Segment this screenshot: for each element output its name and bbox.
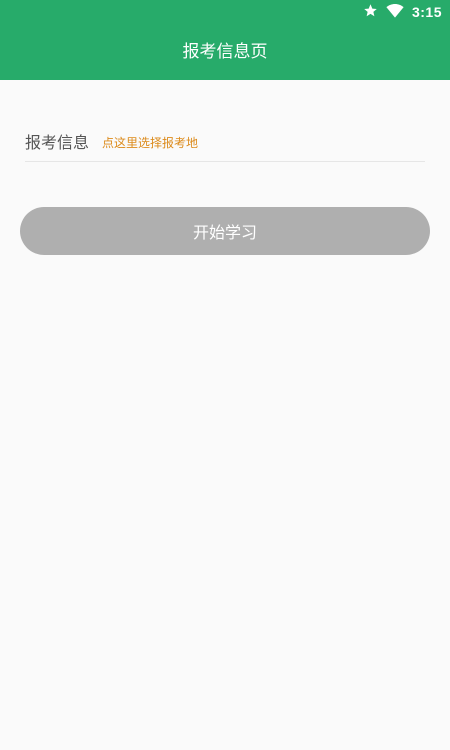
start-learning-button[interactable]: 开始学习 xyxy=(20,207,430,255)
exam-location-selector[interactable]: 点这里选择报考地 xyxy=(102,124,198,162)
page-title: 报考信息页 xyxy=(182,42,268,62)
app-screen: 3:15 报考信息页 报考信息 点这里选择报考地 开始学习 xyxy=(0,0,450,750)
status-bar: 3:15 xyxy=(0,0,450,24)
wifi-icon xyxy=(386,3,404,22)
exam-info-label: 报考信息 xyxy=(25,133,90,152)
status-icons: 3:15 xyxy=(363,3,442,21)
app-header: 3:15 报考信息页 xyxy=(0,0,450,80)
status-time: 3:15 xyxy=(411,4,442,20)
exam-info-row: 报考信息 点这里选择报考地 xyxy=(25,124,425,162)
star-icon xyxy=(363,3,378,22)
